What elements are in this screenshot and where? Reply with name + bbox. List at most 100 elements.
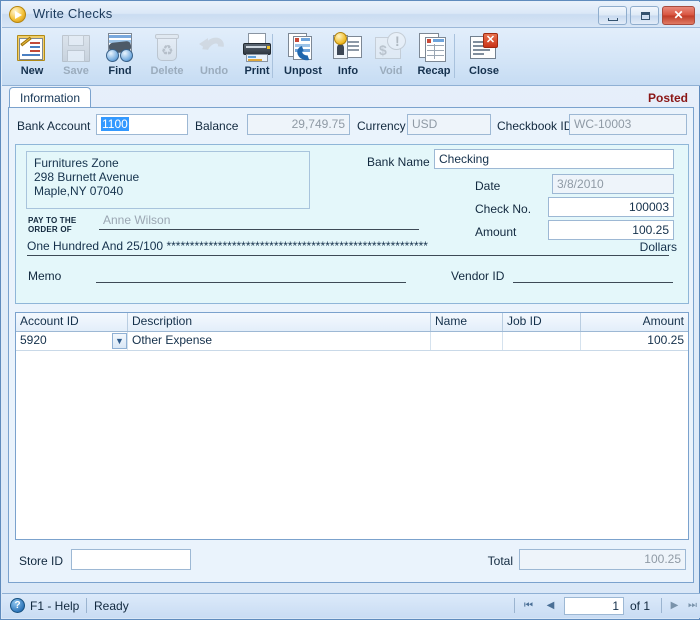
status-badge: Posted bbox=[647, 91, 688, 105]
toolbar-separator-1 bbox=[272, 34, 273, 78]
grid-header-row: Account ID Description Name Job ID Amoun… bbox=[16, 313, 688, 332]
bank-account-input[interactable]: 1100 bbox=[96, 114, 188, 135]
minimize-icon bbox=[608, 18, 618, 21]
store-id-label: Store ID bbox=[19, 554, 64, 568]
status-bar: ? F1 - Help Ready ⏮ ◀ 1 of 1 ▶ ⏭ bbox=[2, 593, 700, 618]
nav-separator-2 bbox=[661, 598, 662, 613]
toolbar-button-recap[interactable]: Recap bbox=[408, 30, 460, 82]
memo-input[interactable] bbox=[96, 266, 406, 283]
payer-address-box: Furnitures Zone 298 Burnett Avenue Maple… bbox=[26, 151, 310, 209]
toolbar-button-find[interactable]: Find bbox=[94, 30, 146, 82]
new-document-icon bbox=[16, 32, 48, 64]
close-window-icon: ✕ bbox=[468, 32, 500, 64]
toolbar-label-delete: Delete bbox=[150, 65, 184, 77]
check-no-input[interactable]: 100003 bbox=[548, 197, 674, 217]
tab-strip: Information Posted bbox=[2, 85, 700, 109]
info-badge-icon bbox=[332, 32, 364, 64]
status-separator bbox=[86, 598, 87, 613]
address-line-1: Furnitures Zone bbox=[34, 156, 119, 170]
bank-name-input[interactable]: Checking bbox=[434, 149, 674, 169]
grid-header-name[interactable]: Name bbox=[431, 313, 503, 331]
dollars-label: Dollars bbox=[639, 240, 677, 254]
nav-first-icon[interactable]: ⏮ bbox=[520, 598, 537, 614]
checkbook-id-label: Checkbook ID bbox=[497, 119, 573, 133]
grid-header-job-id[interactable]: Job ID bbox=[503, 313, 581, 331]
balance-label: Balance bbox=[195, 119, 239, 133]
check-face: Furnitures Zone 298 Burnett Avenue Maple… bbox=[15, 144, 689, 304]
floppy-disk-icon bbox=[60, 32, 92, 64]
amount-input[interactable]: 100.25 bbox=[548, 220, 674, 240]
information-panel: Bank Account 1100 Balance 29,749.75 Curr… bbox=[8, 107, 694, 583]
pay-to-line-1: PAY TO THE bbox=[28, 216, 77, 225]
bank-name-label: Bank Name bbox=[367, 155, 430, 169]
toolbar-label-find: Find bbox=[108, 65, 132, 77]
address-line-3: Maple,NY 07040 bbox=[34, 184, 124, 198]
date-label: Date bbox=[475, 179, 501, 193]
toolbar-label-close: Close bbox=[469, 65, 499, 77]
table-row[interactable]: 5920 ▼ Other Expense 100.25 bbox=[16, 332, 688, 351]
title-bar: Write Checks ✕ bbox=[2, 2, 700, 28]
nav-next-icon[interactable]: ▶ bbox=[666, 598, 683, 614]
bank-account-value: 1100 bbox=[101, 117, 129, 131]
recycle-bin-icon: ♻ bbox=[151, 32, 183, 64]
write-checks-window: Write Checks ✕ New Save Find ♻ Delete Un… bbox=[0, 0, 700, 620]
page-number-input[interactable]: 1 bbox=[564, 597, 624, 615]
store-id-input[interactable] bbox=[71, 549, 191, 570]
cell-job-id[interactable] bbox=[503, 332, 581, 350]
toolbar-button-print[interactable]: Print bbox=[231, 30, 283, 82]
grid-header-amount[interactable]: Amount bbox=[581, 313, 688, 331]
chevron-down-icon[interactable]: ▼ bbox=[112, 333, 127, 349]
grid-header-description[interactable]: Description bbox=[128, 313, 431, 331]
void-stamp-icon: $ ! bbox=[375, 32, 407, 64]
currency-value: USD bbox=[407, 114, 491, 135]
close-window-button[interactable]: ✕ bbox=[662, 6, 695, 25]
vendor-id-label: Vendor ID bbox=[451, 269, 505, 283]
close-icon: ✕ bbox=[673, 8, 684, 22]
tab-information[interactable]: Information bbox=[9, 87, 92, 109]
binoculars-icon bbox=[104, 32, 136, 64]
total-value: 100.25 bbox=[519, 549, 686, 570]
recap-report-icon bbox=[418, 32, 450, 64]
total-label: Total bbox=[487, 554, 513, 568]
window-title: Write Checks bbox=[33, 6, 113, 21]
date-value: 3/8/2010 bbox=[552, 174, 674, 194]
pay-to-the-order-of-label: PAY TO THE ORDER OF bbox=[28, 216, 76, 234]
status-text: Ready bbox=[94, 599, 129, 613]
cell-amount[interactable]: 100.25 bbox=[581, 332, 688, 350]
toolbar-button-close[interactable]: ✕ Close bbox=[458, 30, 510, 82]
undo-arrow-icon bbox=[198, 32, 230, 64]
question-mark-icon[interactable]: ? bbox=[10, 598, 25, 613]
toolbar-label-print: Print bbox=[244, 65, 270, 77]
grid-header-account-id[interactable]: Account ID bbox=[16, 313, 128, 331]
maximize-icon bbox=[641, 12, 650, 20]
check-no-label: Check No. bbox=[475, 202, 532, 216]
toolbar-label-recap: Recap bbox=[417, 65, 451, 77]
amount-in-words: One Hundred And 25/100 *****************… bbox=[27, 239, 669, 256]
minimize-button[interactable] bbox=[598, 6, 627, 25]
checkbook-id-value: WC-10003 bbox=[569, 114, 687, 135]
nav-separator-1 bbox=[514, 598, 515, 613]
nav-prev-icon[interactable]: ◀ bbox=[542, 598, 559, 614]
unpost-icon bbox=[287, 32, 319, 64]
maximize-button[interactable] bbox=[630, 6, 659, 25]
nav-last-icon[interactable]: ⏭ bbox=[684, 598, 700, 614]
vendor-id-input[interactable] bbox=[513, 266, 673, 283]
balance-value: 29,749.75 bbox=[247, 114, 350, 135]
toolbar: New Save Find ♻ Delete Undo Print Unpost… bbox=[2, 28, 700, 86]
tab-information-label: Information bbox=[20, 91, 81, 105]
currency-label: Currency bbox=[357, 119, 406, 133]
toolbar-separator-2 bbox=[454, 34, 455, 78]
memo-label: Memo bbox=[28, 269, 62, 283]
printer-icon bbox=[241, 32, 273, 64]
cell-description[interactable]: Other Expense bbox=[128, 332, 431, 350]
distribution-grid[interactable]: Account ID Description Name Job ID Amoun… bbox=[15, 312, 689, 540]
cell-name[interactable] bbox=[431, 332, 503, 350]
bank-account-label: Bank Account bbox=[17, 119, 91, 133]
toolbar-button-delete[interactable]: ♻ Delete bbox=[141, 30, 193, 82]
page-count-label: of 1 bbox=[630, 599, 651, 613]
pay-to-line-2: ORDER OF bbox=[28, 225, 72, 234]
play-circle-icon bbox=[9, 6, 26, 23]
payee-input[interactable]: Anne Wilson bbox=[99, 213, 419, 230]
help-text[interactable]: F1 - Help bbox=[30, 599, 79, 613]
address-line-2: 298 Burnett Avenue bbox=[34, 170, 140, 184]
